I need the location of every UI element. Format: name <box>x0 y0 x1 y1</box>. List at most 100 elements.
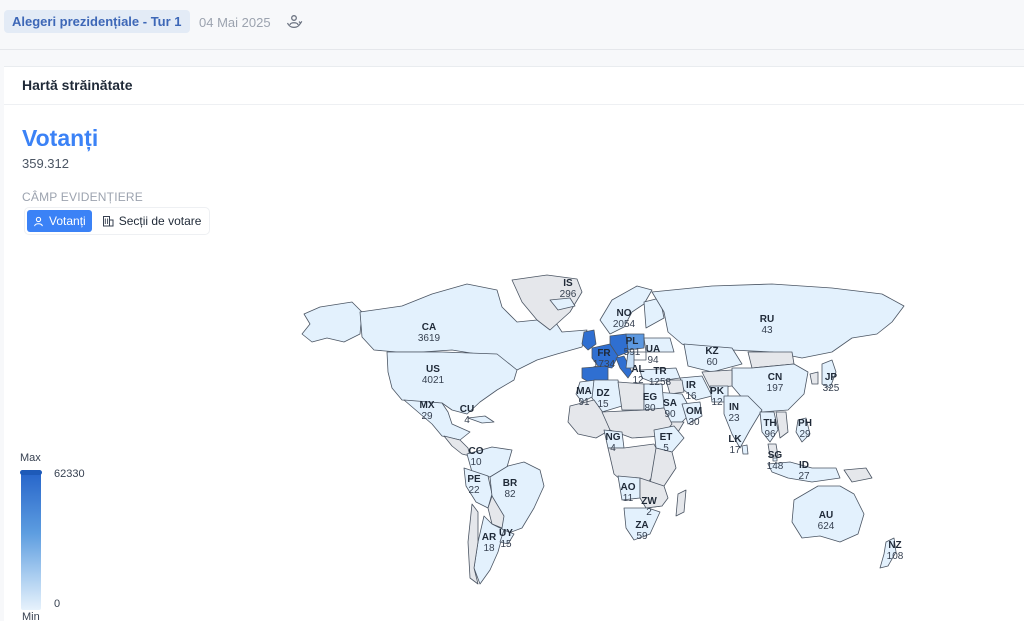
map-label-value: 15 <box>500 539 512 550</box>
map-label-value: 16 <box>685 391 697 402</box>
legend-color-bar <box>21 470 41 610</box>
map-label-code: BR <box>503 478 518 489</box>
map-label-code: AR <box>482 532 497 543</box>
map-label-code: UA <box>646 344 660 355</box>
legend-max-handle[interactable] <box>20 470 42 475</box>
highlight-field-toggle: Votanți Secții de votare <box>24 207 211 235</box>
map-label-value: 96 <box>764 429 776 440</box>
world-map[interactable]: CA3619US4021MX29CU4CO10PE22BR82AR18UY15I… <box>292 272 912 588</box>
map-label-value: 2 <box>646 507 652 518</box>
map-label-code: AL <box>631 364 644 375</box>
map-label-value: 23 <box>728 413 740 424</box>
map-label-code: EG <box>643 392 658 403</box>
map-label-value: 43 <box>761 325 773 336</box>
map-label-value: 5 <box>663 443 669 454</box>
country-ly[interactable] <box>617 381 645 411</box>
map-label-value: 18 <box>483 543 495 554</box>
map-label-value: 3619 <box>418 333 441 344</box>
map-label-code: ZW <box>641 496 657 507</box>
map-label-value: 90 <box>664 409 676 420</box>
user-icon <box>34 216 43 226</box>
map-label-value: 29 <box>799 429 811 440</box>
map-label-code: DZ <box>596 388 609 399</box>
map-label-value: 4 <box>610 443 616 454</box>
map-label-code: LK <box>728 434 742 445</box>
highlight-field-label: CÂMP EVIDENȚIERE <box>22 190 144 204</box>
metric-title: Votanți <box>22 125 99 151</box>
map-label-value: 10 <box>470 457 482 468</box>
map-label-value: 27 <box>798 471 810 482</box>
map-label-value: 12 <box>632 375 644 386</box>
map-label-value: 148 <box>767 461 784 472</box>
map-label-value: 296 <box>560 289 577 300</box>
map-label-value: 60 <box>706 357 718 368</box>
country-mg[interactable] <box>675 489 687 517</box>
map-label-code: UY <box>499 528 513 539</box>
map-label-code: CN <box>768 372 782 383</box>
map-label-code: TR <box>653 366 667 377</box>
map-label-value: 94 <box>647 355 659 366</box>
map-label-code: IR <box>686 380 697 391</box>
map-label-value: 1734 <box>593 359 616 370</box>
country-us-alaska[interactable] <box>301 301 363 343</box>
map-label-code: PK <box>710 386 725 397</box>
country-gb[interactable] <box>581 329 597 351</box>
map-label-code: FR <box>597 348 611 359</box>
stations-toggle-label: Secții de votare <box>118 214 202 228</box>
map-label-value: 30 <box>688 417 700 428</box>
map-label-code: US <box>426 364 440 375</box>
map-label-value: 91 <box>578 397 590 408</box>
map-label-value: 325 <box>823 383 840 394</box>
top-bar: Alegeri prezidențiale - Tur 1 04 Mai 202… <box>0 0 1024 50</box>
country-lk[interactable] <box>741 444 749 455</box>
map-label-code: MA <box>576 386 592 397</box>
map-label-value: 1258 <box>649 377 672 388</box>
election-date: 04 Mai 2025 <box>199 15 271 30</box>
map-label-code: NZ <box>888 540 901 551</box>
stations-toggle-button[interactable]: Secții de votare <box>96 210 208 232</box>
map-label-code: PE <box>467 474 481 485</box>
map-label-code: AO <box>621 482 636 493</box>
map-label-code: PH <box>798 418 812 429</box>
map-label-code: OM <box>686 406 702 417</box>
map-label-value: 108 <box>887 551 904 562</box>
country-png[interactable] <box>843 467 873 483</box>
map-label-code: JP <box>825 372 838 383</box>
country-vn[interactable] <box>775 411 789 439</box>
map-label-value: 15 <box>597 399 609 410</box>
map-label-code: ID <box>799 460 809 471</box>
map-label-value: 4 <box>464 415 470 426</box>
map-label-code: NO <box>617 308 632 319</box>
map-label-value: 197 <box>767 383 784 394</box>
map-label-code: KZ <box>705 346 718 357</box>
map-label-value: 4021 <box>422 375 445 386</box>
map-label-value: 12 <box>711 397 723 408</box>
voters-toggle-button[interactable]: Votanți <box>27 210 92 232</box>
map-label-code: MX <box>420 400 435 411</box>
metric-value: 359.312 <box>22 156 69 171</box>
map-label-value: 2054 <box>613 319 636 330</box>
map-label-value: 591 <box>624 347 641 358</box>
country-cu[interactable] <box>467 415 495 424</box>
map-label-code: IN <box>729 402 739 413</box>
sync-people-icon[interactable] <box>285 12 303 30</box>
map-label-code: PL <box>626 336 639 347</box>
map-label-code: ZA <box>635 520 648 531</box>
map-label-code: SG <box>768 450 783 461</box>
election-selector[interactable]: Alegeri prezidențiale - Tur 1 <box>4 10 190 33</box>
map-label-code: AU <box>819 510 833 521</box>
map-label-value: 11 <box>623 493 634 504</box>
voters-toggle-label: Votanți <box>49 214 86 228</box>
map-label-value: 624 <box>818 521 835 532</box>
legend-min-label: Min <box>22 611 40 621</box>
map-label-code: CO <box>469 446 484 457</box>
map-label-code: TH <box>763 418 776 429</box>
legend-min-value: 0 <box>54 598 61 610</box>
map-label-code: NG <box>606 432 621 443</box>
map-label-value: 59 <box>636 531 648 542</box>
country-kr[interactable] <box>809 371 819 385</box>
legend-max-label: Max <box>20 452 41 464</box>
country-us[interactable] <box>386 351 518 415</box>
building-icon <box>102 216 114 227</box>
country-central-america[interactable] <box>443 435 471 457</box>
